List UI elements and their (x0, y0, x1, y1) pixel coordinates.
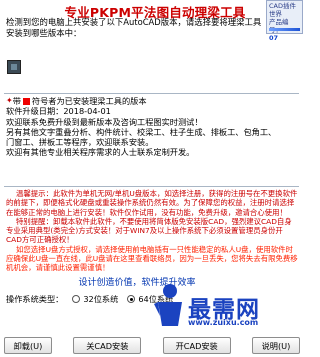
os-32bit-label: 32位系统 (83, 294, 119, 304)
button-row: 卸载(U) 关CAD安装 开CAD安装 说明(U) (4, 337, 300, 354)
uninstall-button[interactable]: 卸载(U) (4, 337, 52, 354)
os-type-label: 操作系统类型： (6, 294, 64, 304)
info-block: ✦ 带 符号者为已安装理梁工具的版本 软件升级日期：2018-04-01 欢迎联… (6, 96, 298, 158)
info-line-3: 另有其他文字重叠分析、构件统计、校梁工、柱子生成、排板工、包角工、 (6, 126, 277, 137)
info-line-4: 门窗工、拼板工等程序，欢迎联系安装。 (6, 137, 154, 148)
detect-text: 检测到您的电脑上共安装了以下AutoCAD版本，请选择要将理梁工具安装到哪些版本… (6, 17, 262, 38)
notice-paragraph-2: 特别提醒：卸载本软件此软件，不要使用将简体版免安装版CAD，强烈建议CAD自身专… (6, 216, 292, 245)
notice-paragraph-1: 温馨提示：此软件为单机无网/单机U盘版本，如选择注册，获得的注册号在不更换软件的… (6, 189, 298, 217)
close-cad-install-button[interactable]: 关CAD安装 (73, 337, 142, 354)
product-badge: CAD插件世界 产品编号： 07 (266, 0, 303, 42)
product-badge-bar (269, 28, 300, 31)
os-32bit-radio[interactable] (72, 295, 81, 303)
legend-prefix: 带 (12, 96, 21, 106)
product-badge-line2: 产品编号： (269, 18, 289, 34)
divider-middle (4, 186, 299, 187)
os-32bit-option[interactable]: 32位系统 (72, 293, 118, 305)
legend-line: ✦ 带 符号者为已安装理梁工具的版本 (6, 96, 298, 106)
watermark-logo: 最需网 www.zuixu.com (150, 282, 304, 332)
version-date: 软件升级日期：2018-04-01 (6, 106, 111, 117)
open-cad-install-button[interactable]: 开CAD安装 (162, 337, 231, 354)
autocad-version-icon[interactable] (7, 60, 21, 74)
divider-top (4, 93, 299, 94)
watermark-url: www.zuixu.com (188, 318, 259, 327)
watermark-person-icon (154, 284, 182, 326)
star-icon: ✦ (6, 96, 13, 105)
info-line-2: 欢迎联系免费升级到最新版本及咨询工程图实时测试！ (6, 116, 203, 127)
legend-suffix: 符号者为已安装理梁工具的版本 (31, 96, 147, 106)
info-line-5: 欢迎有其他专业相关程序需求的人士联系定制开发。 (6, 147, 195, 158)
notice-paragraph-3: 如您选择U盘方式授权，请选择使用前电脑插有一只性能稳定的私人U盘，使用软件时应确… (6, 244, 298, 273)
notice-block: 温馨提示：此软件为单机无网/单机U盘版本，如选择注册，获得的注册号在不更换软件的… (6, 189, 298, 273)
product-code: 07 (269, 34, 279, 42)
installed-mark-icon (22, 97, 30, 105)
os-64bit-radio[interactable] (127, 295, 136, 303)
product-badge-line1: CAD插件世界 (269, 2, 296, 18)
os-type-row: 操作系统类型： 32位系统 64位系统 (6, 292, 173, 306)
help-button[interactable]: 说明(U) (251, 337, 300, 354)
